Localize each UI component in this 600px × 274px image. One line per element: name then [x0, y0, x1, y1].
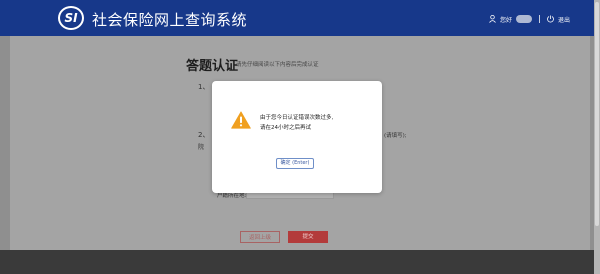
warning-icon [231, 111, 251, 129]
submit-button[interactable]: 提交 [288, 231, 328, 243]
social-insurance-logo: SI [58, 6, 84, 30]
question-2-tail: (请填写); [384, 133, 407, 139]
logout-icon[interactable] [547, 15, 554, 23]
error-dialog: 由于您今日认证错误次数过多, 请在24小时之后再试 确定 (Enter) [212, 81, 382, 193]
question-1-number: 1、 [198, 83, 210, 91]
user-greeting: 您好 [499, 16, 512, 24]
blurred-username [515, 15, 532, 23]
scrollbar-thumb[interactable] [595, 2, 599, 226]
dialog-message-line1: 由于您今日认证错误次数过多, [260, 115, 334, 121]
back-button[interactable]: 返回上级 [240, 231, 280, 243]
ok-button[interactable]: 确定 (Enter) [276, 158, 314, 169]
top-header: SI 社会保险网上查询系统 您好 退出 [0, 0, 600, 36]
user-area: 您好 退出 [489, 13, 570, 25]
header-divider [538, 15, 540, 23]
question-2-number: 2、 [198, 131, 210, 139]
page-footer [0, 250, 600, 274]
vertical-scrollbar[interactable] [594, 0, 600, 274]
site-title: 社会保险网上查询系统 [92, 11, 248, 29]
question-2-prefix: 院 [198, 144, 205, 151]
user-icon [489, 15, 496, 23]
page-title: 答题认证 [186, 59, 239, 74]
page-hint: 请先仔细阅读以下内容后完成认证 [236, 62, 319, 68]
dialog-message-line2: 请在24小时之后再试 [260, 125, 311, 131]
logout-link[interactable]: 退出 [558, 15, 570, 24]
